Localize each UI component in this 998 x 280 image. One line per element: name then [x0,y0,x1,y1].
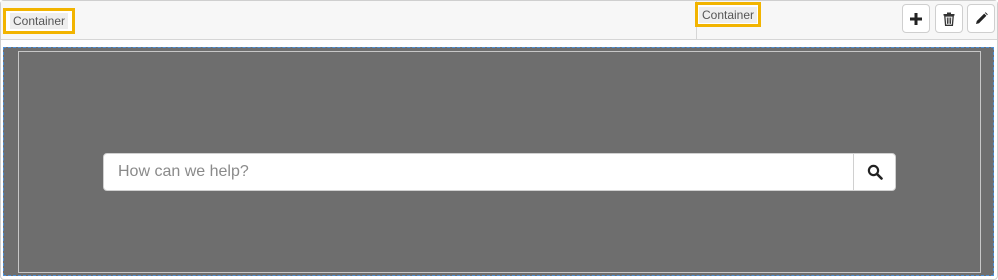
search-icon [867,164,883,180]
pencil-icon [975,12,988,24]
container-label-right[interactable]: Container [695,2,761,27]
plus-icon [910,12,922,25]
edit-button[interactable] [967,4,995,33]
delete-button[interactable] [935,4,963,33]
add-button[interactable] [902,4,930,33]
search-bar [103,153,896,191]
container-label-right-text: Container [698,6,758,23]
trash-icon [943,12,955,26]
container-label-left[interactable]: Container [3,8,75,34]
container-label-left-text: Container [9,13,69,29]
container-toolbar [1,1,997,40]
search-button[interactable] [853,154,895,190]
search-input[interactable] [104,154,853,190]
